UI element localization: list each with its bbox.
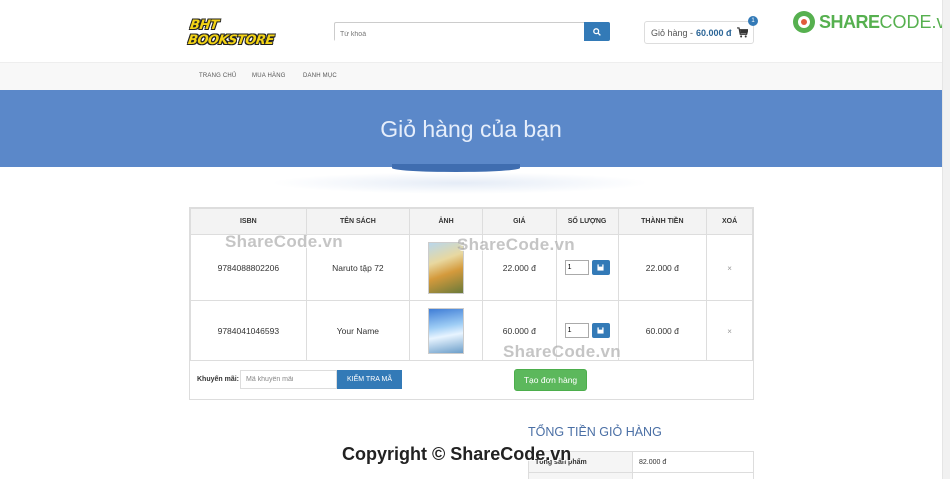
total-value <box>632 472 754 479</box>
column-header: ISBN <box>190 208 307 235</box>
search-icon <box>593 27 601 36</box>
sharecode-leaf-icon <box>793 11 815 33</box>
copyright-watermark: Copyright © ShareCode.vn <box>342 444 572 464</box>
quantity-cell <box>555 300 619 361</box>
brand-right: CODE.vn <box>879 11 950 32</box>
store-logo[interactable]: BHT BOOKSTORE <box>187 18 287 48</box>
column-header: SỐ LƯỢNG <box>555 208 619 235</box>
nav-item-home[interactable]: TRANG CHỦ <box>199 73 236 79</box>
search-box <box>334 22 610 43</box>
brand-left: SHARE <box>819 11 880 32</box>
page-title: Giỏ hàng của bạn <box>380 116 562 142</box>
cart-icon <box>737 27 748 38</box>
column-header: GIÁ <box>481 208 557 235</box>
column-header: ẢNH <box>409 208 483 235</box>
promo-code-input[interactable] <box>240 370 337 389</box>
price-cell: 22.000 đ <box>481 234 557 301</box>
isbn-cell: 9784088802206 <box>190 234 307 301</box>
column-header: THÀNH TIỀN <box>617 208 708 235</box>
column-header: XOÁ <box>706 208 753 235</box>
total-value: 82.000 đ <box>632 451 754 473</box>
delete-cell: × <box>706 234 753 301</box>
page-scrollbar[interactable] <box>942 0 950 479</box>
cart-label: Giỏ hàng - <box>651 27 694 38</box>
line-total-cell: 22.000 đ <box>617 234 708 301</box>
cover-cell <box>409 300 483 361</box>
price-cell: 60.000 đ <box>481 300 557 361</box>
table-header-row: ISBN TÊN SÁCH ẢNH GIÁ SỐ LƯỢNG THÀNH TIỀ… <box>190 208 753 235</box>
line-total-cell: 60.000 đ <box>617 300 708 361</box>
promo-label: Khuyến mãi: <box>197 376 240 383</box>
total-row <box>528 472 754 479</box>
cart-button[interactable]: Giỏ hàng - 60.000 đ <box>644 21 754 44</box>
isbn-cell: 9784041046593 <box>190 300 307 361</box>
table-row: 9784041046593 Your Name 60.000 đ 60.000 … <box>190 300 753 361</box>
save-icon <box>597 264 604 271</box>
search-button[interactable] <box>584 22 610 41</box>
page-banner: Giỏ hàng của bạn <box>0 90 942 167</box>
quantity-input[interactable] <box>564 323 589 338</box>
table-row: 9784088802206 Naruto tập 72 22.000 đ 22.… <box>190 234 753 301</box>
nav-item-shop[interactable]: MUA HÀNG <box>252 73 286 79</box>
delete-cell: × <box>706 300 753 361</box>
book-cover-image[interactable] <box>428 241 465 294</box>
quantity-cell <box>555 234 619 301</box>
cart-price: 60.000 đ <box>696 27 732 38</box>
main-nav: TRANG CHỦ MUA HÀNG DANH MỤC <box>0 62 942 90</box>
create-order-button[interactable]: Tạo đơn hàng <box>514 369 587 391</box>
check-promo-button[interactable]: KIỂM TRA MÃ <box>337 370 402 389</box>
title-cell: Your Name <box>305 300 411 361</box>
update-quantity-button[interactable] <box>591 260 610 275</box>
quantity-input[interactable] <box>564 260 589 275</box>
sharecode-logo: SHARE CODE.vn <box>792 10 950 34</box>
save-icon <box>597 327 604 334</box>
update-quantity-button[interactable] <box>591 323 610 338</box>
cart-total-title: TỔNG TIỀN GIỎ HÀNG <box>528 425 662 439</box>
banner-shadow <box>270 172 650 194</box>
title-cell: Naruto tập 72 <box>305 234 411 301</box>
cart-count-badge: 1 <box>748 16 758 26</box>
nav-item-categories[interactable]: DANH MỤC <box>303 73 337 79</box>
search-input[interactable] <box>335 26 585 43</box>
delete-item-button[interactable]: × <box>727 327 732 336</box>
delete-item-button[interactable]: × <box>727 264 732 273</box>
column-header: TÊN SÁCH <box>305 208 411 235</box>
banner-ribbon <box>392 164 520 172</box>
header: BHT BOOKSTORE Giỏ hàng - 60.000 đ 1 SHAR… <box>0 0 950 62</box>
logo-text: BHT BOOKSTORE <box>186 18 275 48</box>
cart-table: ISBN TÊN SÁCH ẢNH GIÁ SỐ LƯỢNG THÀNH TIỀ… <box>190 208 753 361</box>
total-label <box>528 472 633 479</box>
cover-cell <box>409 234 483 301</box>
book-cover-image[interactable] <box>428 307 465 354</box>
